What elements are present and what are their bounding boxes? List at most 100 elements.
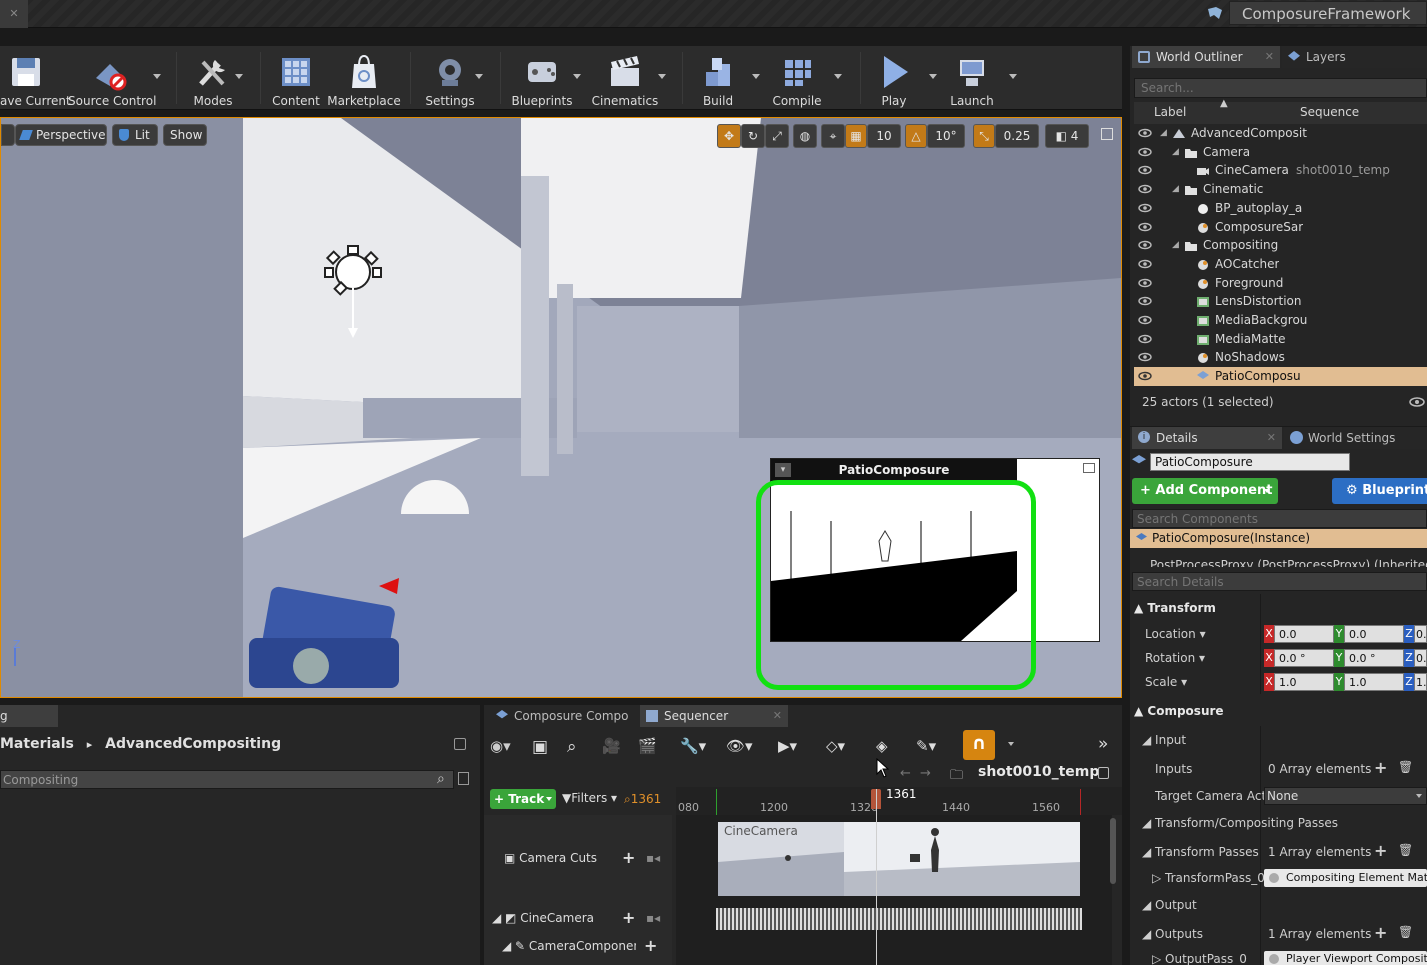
location-z-field[interactable]: 0. (1414, 625, 1427, 643)
visibility-eye-icon[interactable] (1138, 278, 1152, 288)
visibility-eye-icon[interactable] (1138, 334, 1152, 344)
output-pass0-asset[interactable]: Player Viewport Compositing (1264, 951, 1427, 965)
blueprint-button[interactable]: ⚙ Blueprint (1332, 478, 1427, 504)
column-sequence[interactable]: Sequence (1300, 105, 1359, 119)
breadcrumb-separator-icon[interactable]: ▸ (87, 738, 93, 751)
sequence-name[interactable]: shot0010_temp (978, 764, 1099, 780)
outliner-row[interactable]: AOCatcher (1134, 255, 1427, 274)
visibility-eye-icon[interactable] (1138, 296, 1152, 306)
snap-dropdown[interactable] (1008, 742, 1014, 746)
composure-section[interactable]: ▲ Composure (1134, 704, 1224, 718)
edit-pencil-icon[interactable]: ✎▾ (916, 737, 948, 755)
compile-dropdown[interactable] (834, 74, 842, 79)
surface-snap-button[interactable]: ⌖ (821, 124, 845, 148)
expand-arrow-icon[interactable]: ◢ (1172, 180, 1179, 199)
content-button[interactable]: Content (270, 46, 322, 110)
rotation-label[interactable]: Rotation ▾ (1145, 651, 1205, 665)
settings-button[interactable]: Settings (420, 46, 480, 110)
add-icon[interactable]: + (622, 908, 635, 927)
outliner-row[interactable]: LensDistortion (1134, 292, 1427, 311)
world-selector-icon[interactable]: ◉▾ (490, 737, 512, 755)
cinematics-button[interactable]: Cinematics (590, 46, 660, 110)
add-icon[interactable]: + (622, 848, 635, 867)
tab-world-settings[interactable]: World Settings (1284, 427, 1427, 449)
scale-mode-button[interactable]: ⤢ (765, 124, 789, 148)
tab-layers[interactable]: Layers (1282, 46, 1427, 68)
expand-arrow-icon[interactable]: ◢ (1172, 143, 1179, 162)
output-subsection[interactable]: ◢ Output (1142, 898, 1197, 912)
transform-passes-subsection[interactable]: ◢ Transform/Compositing Passes (1142, 816, 1338, 830)
trash-icon[interactable]: 🗑 (1398, 760, 1413, 774)
tab-content-browser[interactable]: g (0, 705, 58, 727)
camera-component-track[interactable]: ◢ ✎ CameraComponen (502, 939, 636, 953)
outliner-row[interactable]: CineCamera shot0010_temp (1134, 161, 1427, 180)
visibility-eye-icon[interactable] (1138, 315, 1152, 325)
visibility-eye-icon[interactable] (1138, 165, 1152, 175)
blueprints-button[interactable]: Blueprints (510, 46, 574, 110)
timeline-ruler[interactable]: 080 1200 1320 1440 1560 1361 (676, 787, 1122, 815)
outliner-row[interactable]: NoShadows (1134, 348, 1427, 367)
content-search-input[interactable] (0, 770, 454, 789)
transform-pass0-asset[interactable]: Compositing Element Material (1264, 869, 1427, 887)
location-x-field[interactable]: 0.0 (1274, 625, 1334, 643)
key-interp-icon[interactable]: ◇▾ (826, 737, 860, 755)
marketplace-button[interactable]: Marketplace (326, 46, 402, 110)
add-icon[interactable]: + (644, 936, 657, 955)
output-pass0-label[interactable]: ▷ OutputPass_0 (1152, 952, 1247, 965)
transform-pass0-label[interactable]: ▷ TransformPass_0 (1152, 871, 1265, 885)
close-icon[interactable]: ✕ (1265, 46, 1274, 68)
visibility-eye-icon[interactable] (1138, 222, 1152, 232)
rotate-mode-button[interactable]: ↻ (741, 124, 765, 148)
trash-icon[interactable]: 🗑 (1398, 843, 1413, 857)
tab-composure-compositing[interactable]: Composure Compo (490, 705, 636, 727)
compile-button[interactable]: Compile (768, 46, 826, 110)
add-element-icon[interactable]: + (1374, 841, 1387, 860)
camera-cut-section[interactable]: CineCamera (718, 822, 1080, 896)
outliner-row[interactable]: ◢ Compositing (1134, 236, 1427, 255)
search-components-input[interactable] (1132, 509, 1427, 528)
preview-maximize-icon[interactable] (1083, 463, 1095, 473)
outliner-row[interactable]: ComposureSar (1134, 218, 1427, 237)
expand-arrow-icon[interactable]: ◢ (1160, 124, 1167, 143)
document-tab-close[interactable]: ✕ (0, 0, 28, 28)
close-icon[interactable]: ✕ (1267, 427, 1276, 449)
launch-button[interactable]: Launch (945, 46, 999, 110)
blueprints-dropdown[interactable] (573, 74, 581, 79)
back-arrow-icon[interactable]: ← (900, 766, 911, 781)
outliner-row[interactable]: MediaBackgrou (1134, 311, 1427, 330)
input-subsection[interactable]: ◢ Input (1142, 733, 1186, 747)
visibility-eye-icon[interactable] (1138, 203, 1152, 213)
search-details-input[interactable] (1132, 572, 1427, 591)
transform-passes-label[interactable]: ◢ Transform Passes (1142, 845, 1259, 859)
camera-lock-icon[interactable]: ▪◂ (646, 911, 660, 925)
outliner-row[interactable]: ◢ Camera (1134, 143, 1427, 162)
view-eye-icon[interactable]: 👁▾ (726, 737, 760, 755)
show-button[interactable]: Show (163, 124, 207, 146)
save-search-icon[interactable] (458, 772, 469, 785)
outliner-row[interactable]: PatioComposu (1134, 367, 1427, 387)
maximize-viewport-icon[interactable] (1101, 128, 1113, 140)
tab-sequencer[interactable]: Sequencer ✕ (640, 705, 788, 727)
cinecamera-track[interactable]: ◢ ◩ CineCamera (492, 911, 594, 925)
world-local-button[interactable]: ◍ (793, 124, 817, 148)
lock-icon[interactable] (1098, 767, 1109, 779)
actor-name-field[interactable] (1150, 453, 1350, 471)
folder-icon[interactable]: 🗀 (950, 766, 963, 788)
outliner-row[interactable]: Foreground (1134, 274, 1427, 293)
save-icon[interactable]: ▣ (532, 737, 554, 757)
outliner-row[interactable]: BP_autoplay_a (1134, 199, 1427, 218)
filters-button[interactable]: ▼Filters ▾ (562, 791, 617, 805)
build-dropdown[interactable] (752, 74, 760, 79)
play-dropdown[interactable] (929, 74, 937, 79)
breadcrumb-materials[interactable]: Materials (0, 736, 74, 752)
rotation-z-field[interactable]: 0. (1414, 649, 1427, 667)
outliner-search-input[interactable] (1134, 78, 1427, 98)
trash-icon[interactable]: 🗑 (1398, 925, 1413, 939)
visibility-eye-icon[interactable] (1138, 128, 1152, 138)
tools-icon[interactable]: 🔧▾ (680, 737, 712, 755)
outliner-row[interactable]: ◢ Cinematic (1134, 180, 1427, 199)
visibility-eye-icon[interactable] (1138, 240, 1152, 250)
rotation-snap-toggle[interactable]: △ (905, 124, 927, 148)
camera-lock-icon[interactable]: ▪◂ (646, 851, 660, 865)
add-element-icon[interactable]: + (1374, 923, 1387, 942)
